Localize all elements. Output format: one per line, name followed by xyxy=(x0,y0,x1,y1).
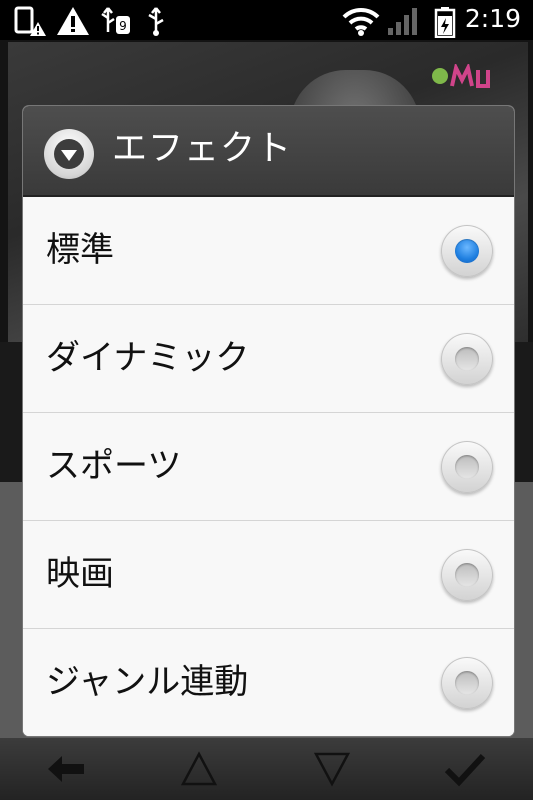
clock: 2:19 xyxy=(464,4,521,33)
bottom-bar xyxy=(0,738,533,800)
option-label: スポーツ xyxy=(46,446,182,486)
option-sports[interactable]: スポーツ xyxy=(23,413,514,521)
option-genre-linked[interactable]: ジャンル連動 xyxy=(23,629,514,736)
sim-alert-icon xyxy=(14,6,46,36)
dialog-header: エフェクト xyxy=(23,106,514,197)
option-standard[interactable]: 標準 xyxy=(23,197,514,305)
down-triangle-icon[interactable] xyxy=(313,750,351,788)
dropdown-circle-icon xyxy=(44,129,94,179)
check-icon[interactable] xyxy=(444,750,486,788)
option-movie[interactable]: 映画 xyxy=(23,521,514,629)
option-dynamic[interactable]: ダイナミック xyxy=(23,305,514,413)
wifi-icon xyxy=(342,7,380,36)
back-arrow-icon[interactable] xyxy=(44,750,88,788)
usb-debug-icon: 9 xyxy=(101,7,130,34)
radio-button[interactable] xyxy=(441,549,493,601)
radio-button[interactable] xyxy=(441,657,493,709)
warning-icon xyxy=(57,7,89,35)
effect-dialog: エフェクト 標準 ダイナミック スポーツ 映画 ジャンル連動 xyxy=(23,106,514,736)
option-label: 標準 xyxy=(46,230,114,270)
radio-button-selected[interactable] xyxy=(441,225,493,277)
dialog-title: エフェクト xyxy=(112,129,293,169)
radio-button[interactable] xyxy=(441,441,493,493)
option-label: ジャンル連動 xyxy=(46,662,249,702)
up-triangle-icon[interactable] xyxy=(180,750,218,788)
radio-button[interactable] xyxy=(441,333,493,385)
options-list: 標準 ダイナミック スポーツ 映画 ジャンル連動 xyxy=(23,197,514,736)
svg-text:9: 9 xyxy=(119,19,127,33)
option-label: ダイナミック xyxy=(46,338,250,378)
status-bar: 9 2:19 xyxy=(0,0,533,40)
usb-icon xyxy=(148,7,164,36)
signal-icon xyxy=(388,8,417,35)
channel-logo-icon xyxy=(432,64,490,88)
option-label: 映画 xyxy=(46,554,114,594)
battery-charging-icon xyxy=(434,7,456,38)
